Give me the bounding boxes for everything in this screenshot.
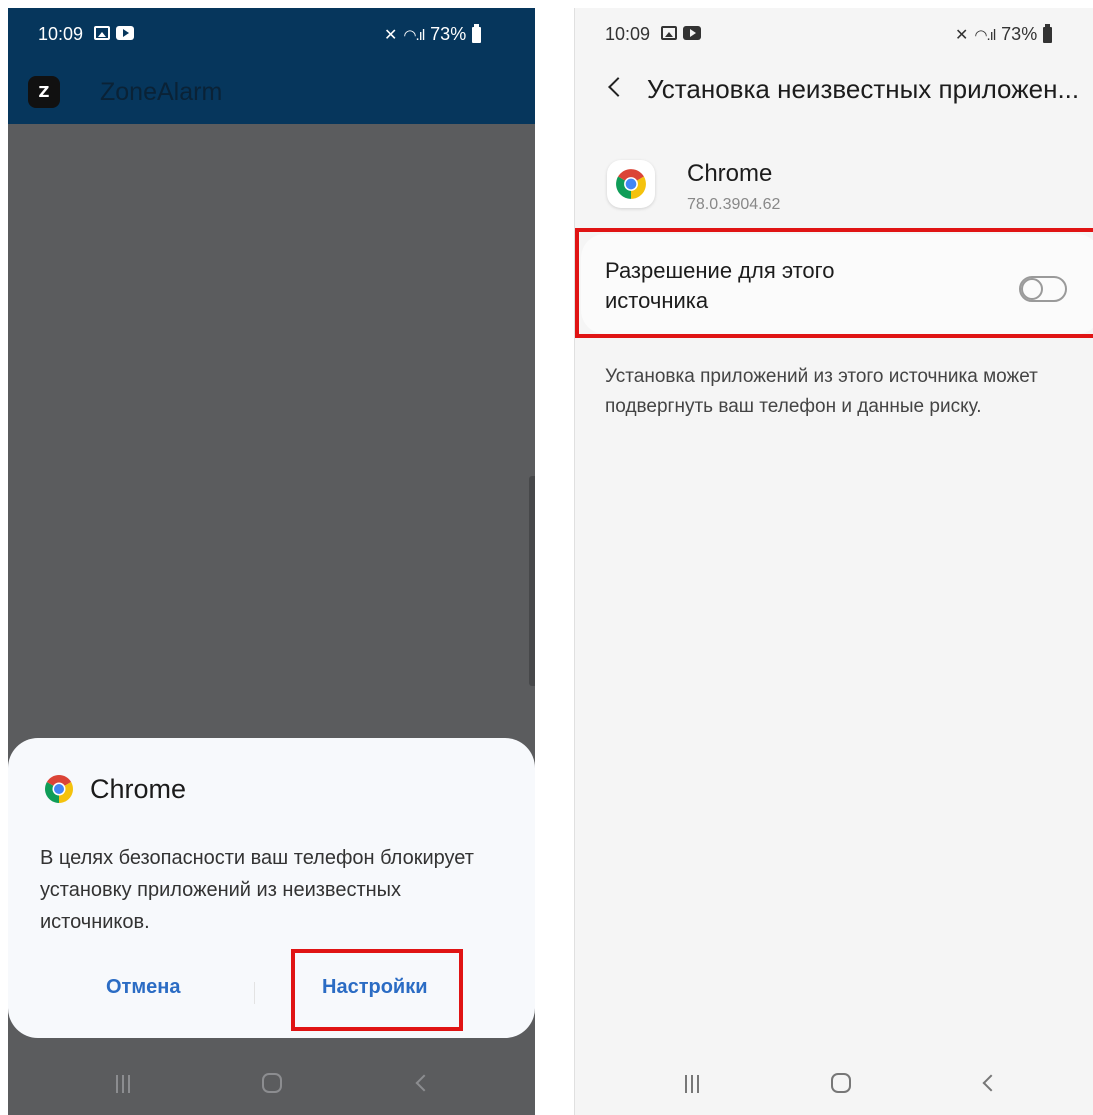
left-phone-screen: 10:09 ✕ ◠.ıl 73% Z ZoneAlarm Chrome В це… — [8, 8, 535, 1115]
gallery-icon — [94, 26, 110, 40]
navigation-bar — [575, 1053, 1093, 1115]
status-time: 10:09 — [38, 24, 84, 44]
chrome-icon — [45, 775, 73, 803]
back-icon[interactable] — [415, 1074, 433, 1092]
notification-icons — [661, 26, 701, 40]
page-title: Установка неизвестных приложен... — [647, 74, 1080, 104]
zonealarm-logo-icon: Z — [28, 76, 60, 108]
wifi-signal-icon: ◠.ıl — [974, 26, 996, 44]
battery-percent: 73% — [1001, 24, 1038, 44]
navigation-bar — [8, 1053, 535, 1115]
recent-apps-icon[interactable] — [116, 1075, 130, 1093]
gallery-icon — [661, 26, 677, 40]
status-time: 10:09 — [605, 24, 651, 44]
back-arrow-icon[interactable] — [608, 77, 628, 97]
status-bar: 10:09 ✕ ◠.ıl 73% — [575, 8, 1093, 62]
home-icon[interactable] — [831, 1073, 851, 1093]
cancel-button[interactable]: Отмена — [106, 976, 180, 999]
status-indicators: ✕ ◠.ıl 73% — [955, 23, 1053, 45]
button-divider — [254, 982, 255, 1004]
mute-icon: ✕ — [955, 26, 969, 44]
back-icon[interactable] — [982, 1074, 1000, 1092]
dialog-message: В целях безопасности ваш телефон блокиру… — [40, 847, 474, 933]
settings-highlight-box — [291, 949, 463, 1031]
app-name: Chrome — [687, 160, 773, 187]
wifi-signal-icon: ◠.ıl — [403, 26, 425, 44]
video-icon — [683, 26, 701, 40]
status-bar: 10:09 ✕ ◠.ıl 73% — [8, 8, 535, 62]
battery-icon — [1043, 23, 1053, 43]
app-name: ZoneAlarm — [100, 78, 223, 106]
scroll-handle[interactable] — [529, 476, 535, 686]
right-phone-screen: 10:09 ✕ ◠.ıl 73% Установка неизвестных п… — [574, 8, 1093, 1115]
battery-icon — [472, 23, 482, 43]
blocked-install-dialog: Chrome В целях безопасности ваш телефон … — [8, 738, 535, 1038]
recent-apps-icon[interactable] — [685, 1075, 699, 1093]
home-icon[interactable] — [262, 1073, 282, 1093]
chrome-icon — [607, 160, 655, 208]
battery-percent: 73% — [430, 24, 467, 44]
permission-highlight-box — [575, 228, 1093, 338]
dialog-title: Chrome — [90, 774, 187, 804]
status-indicators: ✕ ◠.ıl 73% — [384, 23, 482, 45]
app-bar: Z ZoneAlarm — [8, 62, 535, 124]
mute-icon: ✕ — [384, 26, 398, 44]
app-version: 78.0.3904.62 — [687, 196, 781, 213]
warning-text: Установка приложений из этого источника … — [605, 366, 1038, 417]
notification-icons — [94, 26, 134, 40]
video-icon — [116, 26, 134, 40]
app-info-row: Chrome 78.0.3904.62 — [575, 152, 1093, 222]
